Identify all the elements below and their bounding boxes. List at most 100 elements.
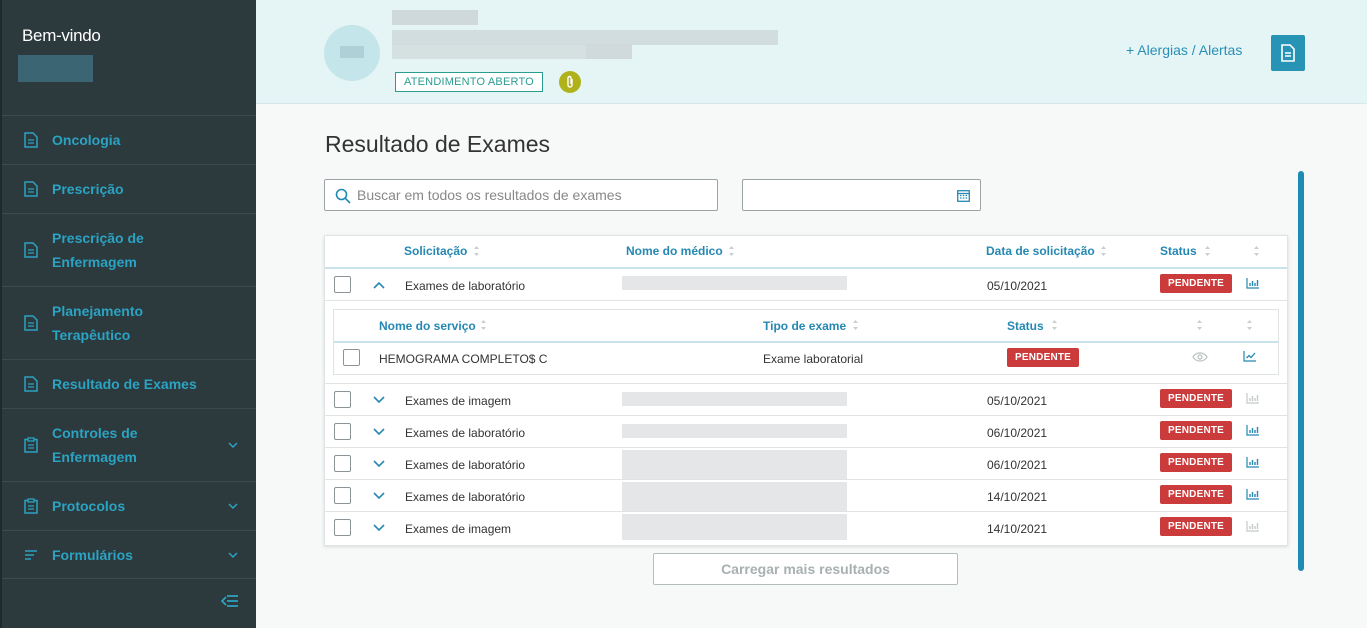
date-input[interactable] [751,180,951,210]
row-checkbox[interactable] [334,423,351,440]
redacted-info [586,44,632,59]
sort-icon[interactable] [1051,319,1058,331]
redacted-doctor [622,514,847,540]
column-header-data[interactable]: Data de solicitação [986,244,1095,258]
solicitacao-cell: Exames de imagem [405,394,512,408]
status-badge: PENDENTE [1160,274,1233,293]
sidebar-item-label: Controles de Enfermagem [52,425,138,465]
sidebar-nav: Oncologia Prescrição Prescrição de Enfer… [2,115,256,579]
sort-icon[interactable] [1204,245,1211,257]
sort-icon[interactable] [728,245,735,257]
column-header-status[interactable]: Status [1007,319,1044,333]
redacted-info [392,10,478,25]
row-checkbox[interactable] [334,391,351,408]
document-icon [24,132,38,148]
sort-icon[interactable] [1253,245,1260,257]
chart-icon[interactable] [1246,393,1259,404]
user-name-redacted [18,55,93,82]
status-badge: PENDENTE [1160,485,1233,504]
document-icon [24,315,38,331]
form-lines-icon [25,549,37,560]
sidebar-item-label: Protocolos [52,498,126,514]
row-checkbox[interactable] [334,276,351,293]
sidebar-item-resultado-exames[interactable]: Resultado de Exames [2,359,256,408]
row-checkbox[interactable] [343,349,360,366]
results-table: Solicitação Nome do médico Data de solic… [324,235,1288,546]
calendar-icon[interactable] [957,189,970,202]
sidebar-item-label: Prescrição [52,181,124,197]
patient-header: ATENDIMENTO ABERTO + Alergias / Alertas [256,0,1367,104]
redacted-doctor [622,392,847,406]
date-field[interactable] [742,179,981,211]
chart-icon[interactable] [1246,521,1259,532]
sort-icon[interactable] [473,245,480,257]
solicitacao-cell: Exames de laboratório [405,490,526,504]
sidebar-item-protocolos[interactable]: Protocolos [2,481,256,530]
attachment-button[interactable] [559,71,581,93]
welcome-text: Bem-vindo [22,26,101,45]
sidebar-item-controles-enfermagem[interactable]: Controles de Enfermagem [2,408,256,481]
search-input[interactable] [357,180,707,210]
chevron-down-icon[interactable] [373,396,385,404]
chevron-down-icon[interactable] [373,460,385,468]
chart-icon[interactable] [1246,425,1259,436]
solicitacao-cell: Exames de imagem [405,522,512,536]
sidebar-item-label: Prescrição de Enfermagem [52,230,144,270]
collapse-sidebar-icon[interactable] [221,594,239,608]
date-cell: 06/10/2021 [987,426,1048,440]
sort-icon[interactable] [852,319,859,331]
chart-icon[interactable] [1246,278,1259,289]
column-header-tipo[interactable]: Tipo de exame [763,319,846,333]
sort-icon[interactable] [1100,245,1107,257]
chevron-down-icon [228,503,238,510]
clipboard-icon [24,498,38,514]
chevron-down-icon[interactable] [373,492,385,500]
redacted-doctor [622,424,847,438]
load-more-button[interactable]: Carregar mais resultados [653,553,958,585]
document-icon [24,376,38,392]
column-header-servico[interactable]: Nome do serviço [379,319,476,333]
status-badge: PENDENTE [1007,348,1080,367]
date-cell: 14/10/2021 [987,490,1048,504]
sidebar-item-prescricao[interactable]: Prescrição [2,164,256,213]
column-header-medico[interactable]: Nome do médico [626,244,723,258]
date-cell: 06/10/2021 [987,458,1048,472]
column-header-status[interactable]: Status [1160,244,1197,258]
row-checkbox[interactable] [334,519,351,536]
sidebar-item-planejamento[interactable]: Planejamento Terapêutico [2,286,256,359]
chevron-up-icon[interactable] [373,281,385,289]
eye-icon[interactable] [1192,352,1208,362]
scrollbar[interactable] [1298,171,1304,571]
solicitacao-cell: Exames de laboratório [405,426,526,440]
sort-icon[interactable] [480,319,487,331]
search-field[interactable] [324,179,718,211]
alergias-alertas-link[interactable]: + Alergias / Alertas [1126,42,1242,58]
sidebar-item-label: Formulários [52,546,133,563]
sort-icon[interactable] [1196,319,1203,331]
chart-icon[interactable] [1246,457,1259,468]
sidebar-item-oncologia[interactable]: Oncologia [2,115,256,164]
date-cell: 14/10/2021 [987,522,1048,536]
chart-icon[interactable] [1246,489,1259,500]
row-checkbox[interactable] [334,455,351,472]
clipboard-icon [24,437,38,453]
chevron-down-icon [228,442,238,449]
sub-table: Nome do serviço Tipo de exame Status HEM… [333,309,1279,375]
page-title: Resultado de Exames [325,131,551,157]
document-icon [24,181,38,197]
chevron-down-icon[interactable] [373,524,385,532]
chart-icon[interactable] [1243,351,1256,362]
document-button[interactable] [1271,35,1305,71]
paperclip-icon [567,75,573,88]
status-badge: PENDENTE [1160,421,1233,440]
column-header-solicitacao[interactable]: Solicitação [404,244,467,258]
sidebar: Bem-vindo Oncologia Prescrição Prescriçã… [0,0,256,628]
date-cell: 05/10/2021 [987,279,1048,293]
solicitacao-cell: Exames de laboratório [405,458,526,472]
sort-icon[interactable] [1246,319,1253,331]
sidebar-item-prescricao-enfermagem[interactable]: Prescrição de Enfermagem [2,213,256,286]
chevron-down-icon[interactable] [373,428,385,436]
redacted-doctor [622,450,847,480]
sidebar-item-formularios[interactable]: Formulários [2,530,256,579]
row-checkbox[interactable] [334,487,351,504]
